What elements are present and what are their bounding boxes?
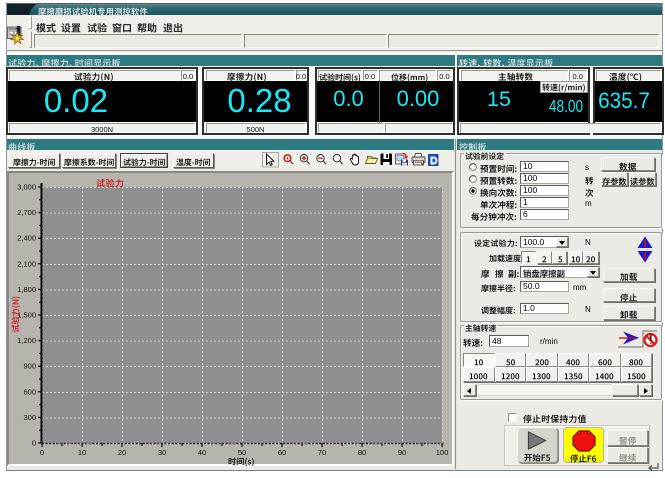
svg-text:100: 100 xyxy=(436,448,449,457)
svg-text:900: 900 xyxy=(23,362,36,371)
svg-text:10: 10 xyxy=(78,448,86,457)
svg-text:60: 60 xyxy=(278,448,286,457)
svg-text:1,800: 1,800 xyxy=(17,285,36,294)
svg-text:80: 80 xyxy=(358,448,366,457)
svg-text:40: 40 xyxy=(198,448,206,457)
svg-text:1,200: 1,200 xyxy=(17,336,36,345)
svg-text:2,400: 2,400 xyxy=(17,234,36,243)
svg-text:90: 90 xyxy=(398,448,406,457)
svg-text:0: 0 xyxy=(40,448,44,457)
svg-text:2,700: 2,700 xyxy=(17,208,36,217)
svg-text:600: 600 xyxy=(23,387,36,396)
svg-text:0: 0 xyxy=(32,439,36,448)
svg-text:2,100: 2,100 xyxy=(17,259,36,268)
svg-text:70: 70 xyxy=(318,448,326,457)
svg-text:300: 300 xyxy=(23,413,36,422)
svg-text:30: 30 xyxy=(158,448,166,457)
svg-text:3,000: 3,000 xyxy=(17,183,36,192)
svg-text:20: 20 xyxy=(118,448,126,457)
